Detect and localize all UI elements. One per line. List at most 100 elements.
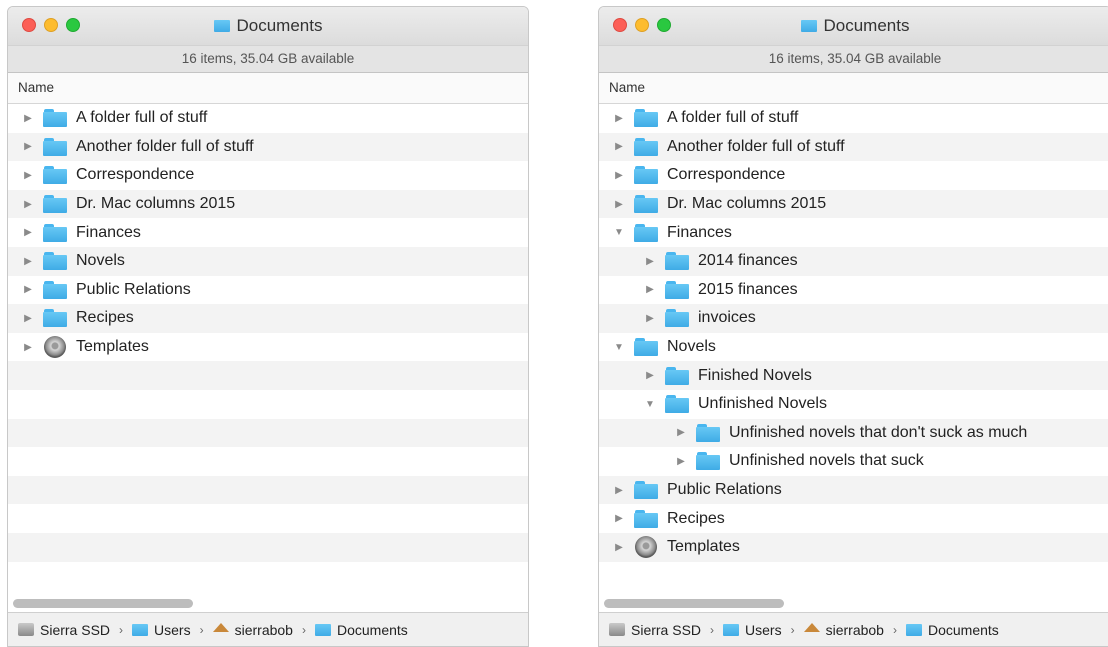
folder-icon <box>634 137 658 156</box>
list-item[interactable]: ▶ Dr. Mac columns 2015 <box>599 189 1108 219</box>
list-item-label: Templates <box>667 538 740 556</box>
list-item[interactable]: ▶ Public Relations <box>8 275 528 305</box>
disclosure-triangle-right-icon[interactable]: ▶ <box>22 141 34 152</box>
empty-row <box>8 447 528 476</box>
list-item[interactable]: ▶ invoices <box>599 304 1108 333</box>
list-item[interactable]: ▼ Novels <box>599 332 1108 362</box>
window-title-text: Documents <box>236 16 323 35</box>
list-item[interactable]: ▶ A folder full of stuff <box>599 104 1108 133</box>
folder-icon <box>665 395 689 414</box>
column-header-name[interactable]: Name <box>599 73 1108 104</box>
disclosure-triangle-right-icon[interactable]: ▶ <box>644 370 656 381</box>
folder-icon <box>43 223 67 242</box>
disclosure-triangle-right-icon[interactable]: ▶ <box>613 170 625 181</box>
list-item-label: Public Relations <box>667 481 782 499</box>
path-item[interactable]: Sierra SSD <box>631 622 701 638</box>
disclosure-triangle-right-icon[interactable]: ▶ <box>644 284 656 295</box>
list-item-label: Correspondence <box>76 166 195 184</box>
path-item[interactable]: Documents <box>337 622 408 638</box>
disclosure-triangle-right-icon[interactable]: ▶ <box>613 513 625 524</box>
list-item[interactable]: ▶ A folder full of stuff <box>8 104 528 133</box>
disclosure-triangle-right-icon[interactable]: ▶ <box>613 141 625 152</box>
empty-row <box>8 418 528 448</box>
list-item[interactable]: ▶ Novels <box>8 246 528 276</box>
list-item[interactable]: ▶ Dr. Mac columns 2015 <box>8 189 528 219</box>
disclosure-triangle-right-icon[interactable]: ▶ <box>644 313 656 324</box>
list-item[interactable]: ▶ Finished Novels <box>599 361 1108 390</box>
disclosure-triangle-right-icon[interactable]: ▶ <box>613 485 625 496</box>
folder-icon <box>800 20 817 32</box>
status-bar: 16 items, 35.04 GB available <box>8 45 528 73</box>
empty-row <box>8 475 528 505</box>
list-item[interactable]: ▼ Finances <box>599 218 1108 247</box>
column-header-name[interactable]: Name <box>8 73 528 104</box>
list-item-label: Recipes <box>667 509 725 527</box>
list-item[interactable]: ▶ Unfinished novels that suck <box>599 447 1108 476</box>
title-bar[interactable]: Documents <box>8 7 528 45</box>
list-item-label: 2014 finances <box>698 252 798 270</box>
disclosure-triangle-down-icon[interactable]: ▼ <box>644 399 656 410</box>
folder-icon <box>665 280 689 299</box>
disclosure-triangle-right-icon[interactable]: ▶ <box>22 227 34 238</box>
list-item[interactable]: ▶ Unfinished novels that don't suck as mu… <box>599 418 1108 448</box>
list-item[interactable]: ▶ 2015 finances <box>599 275 1108 305</box>
users-folder-icon <box>132 623 149 636</box>
disclosure-triangle-right-icon[interactable]: ▶ <box>675 427 687 438</box>
horizontal-scrollbar[interactable] <box>13 599 193 608</box>
window-title: Documents <box>8 16 528 36</box>
list-item[interactable]: ▶ Recipes <box>599 504 1108 533</box>
list-item[interactable]: ▶ Recipes <box>8 304 528 333</box>
folder-icon <box>634 338 658 357</box>
disclosure-triangle-right-icon[interactable]: ▶ <box>22 313 34 324</box>
folder-icon <box>43 280 67 299</box>
window-title-text: Documents <box>823 16 910 35</box>
disclosure-triangle-down-icon[interactable]: ▼ <box>613 342 625 353</box>
list-item[interactable]: ▶ Templates <box>599 532 1108 562</box>
documents-folder-icon <box>314 623 331 636</box>
disclosure-triangle-right-icon[interactable]: ▶ <box>22 256 34 267</box>
disclosure-triangle-right-icon[interactable]: ▶ <box>675 456 687 467</box>
title-bar[interactable]: Documents <box>599 7 1108 45</box>
horizontal-scrollbar[interactable] <box>604 599 784 608</box>
path-item[interactable]: Documents <box>928 622 999 638</box>
disclosure-triangle-right-icon[interactable]: ▶ <box>22 113 34 124</box>
disclosure-triangle-right-icon[interactable]: ▶ <box>22 284 34 295</box>
home-icon <box>212 623 229 632</box>
folder-icon <box>634 109 658 128</box>
path-item[interactable]: Users <box>745 622 782 638</box>
disclosure-triangle-right-icon[interactable]: ▶ <box>644 256 656 267</box>
chevron-right-icon: › <box>892 622 897 637</box>
list-item-label: Novels <box>76 252 125 270</box>
list-item[interactable]: ▶ Templates <box>8 332 528 362</box>
chevron-right-icon: › <box>790 622 795 637</box>
list-item-label: Unfinished novels that don't suck as muc… <box>729 423 1028 441</box>
chevron-right-icon: › <box>119 622 124 637</box>
hard-drive-icon <box>609 623 625 636</box>
disclosure-triangle-right-icon[interactable]: ▶ <box>613 542 625 553</box>
disclosure-triangle-right-icon[interactable]: ▶ <box>22 199 34 210</box>
disclosure-triangle-down-icon[interactable]: ▼ <box>613 227 625 238</box>
list-item[interactable]: ▶ Finances <box>8 218 528 247</box>
disc-icon <box>44 336 66 359</box>
list-item[interactable]: ▶ Public Relations <box>599 475 1108 505</box>
disclosure-triangle-right-icon[interactable]: ▶ <box>22 342 34 353</box>
disclosure-triangle-right-icon[interactable]: ▶ <box>613 113 625 124</box>
list-item[interactable]: ▶ Another folder full of stuff <box>599 132 1108 162</box>
folder-icon <box>43 309 67 328</box>
path-item[interactable]: Users <box>154 622 191 638</box>
list-item[interactable]: ▼ Unfinished Novels <box>599 389 1108 419</box>
path-bar: Sierra SSD › Users › sierrabob › Documen… <box>8 612 528 646</box>
users-folder-icon <box>723 623 740 636</box>
documents-folder-icon <box>905 623 922 636</box>
empty-row <box>8 389 528 419</box>
path-item[interactable]: sierrabob <box>235 622 293 638</box>
disclosure-triangle-right-icon[interactable]: ▶ <box>613 199 625 210</box>
list-item[interactable]: ▶ Correspondence <box>8 161 528 190</box>
disclosure-triangle-right-icon[interactable]: ▶ <box>22 170 34 181</box>
list-item[interactable]: ▶ Correspondence <box>599 161 1108 190</box>
list-item[interactable]: ▶ Another folder full of stuff <box>8 132 528 162</box>
path-item[interactable]: sierrabob <box>826 622 884 638</box>
empty-row <box>8 561 528 591</box>
path-item[interactable]: Sierra SSD <box>40 622 110 638</box>
list-item[interactable]: ▶ 2014 finances <box>599 246 1108 276</box>
